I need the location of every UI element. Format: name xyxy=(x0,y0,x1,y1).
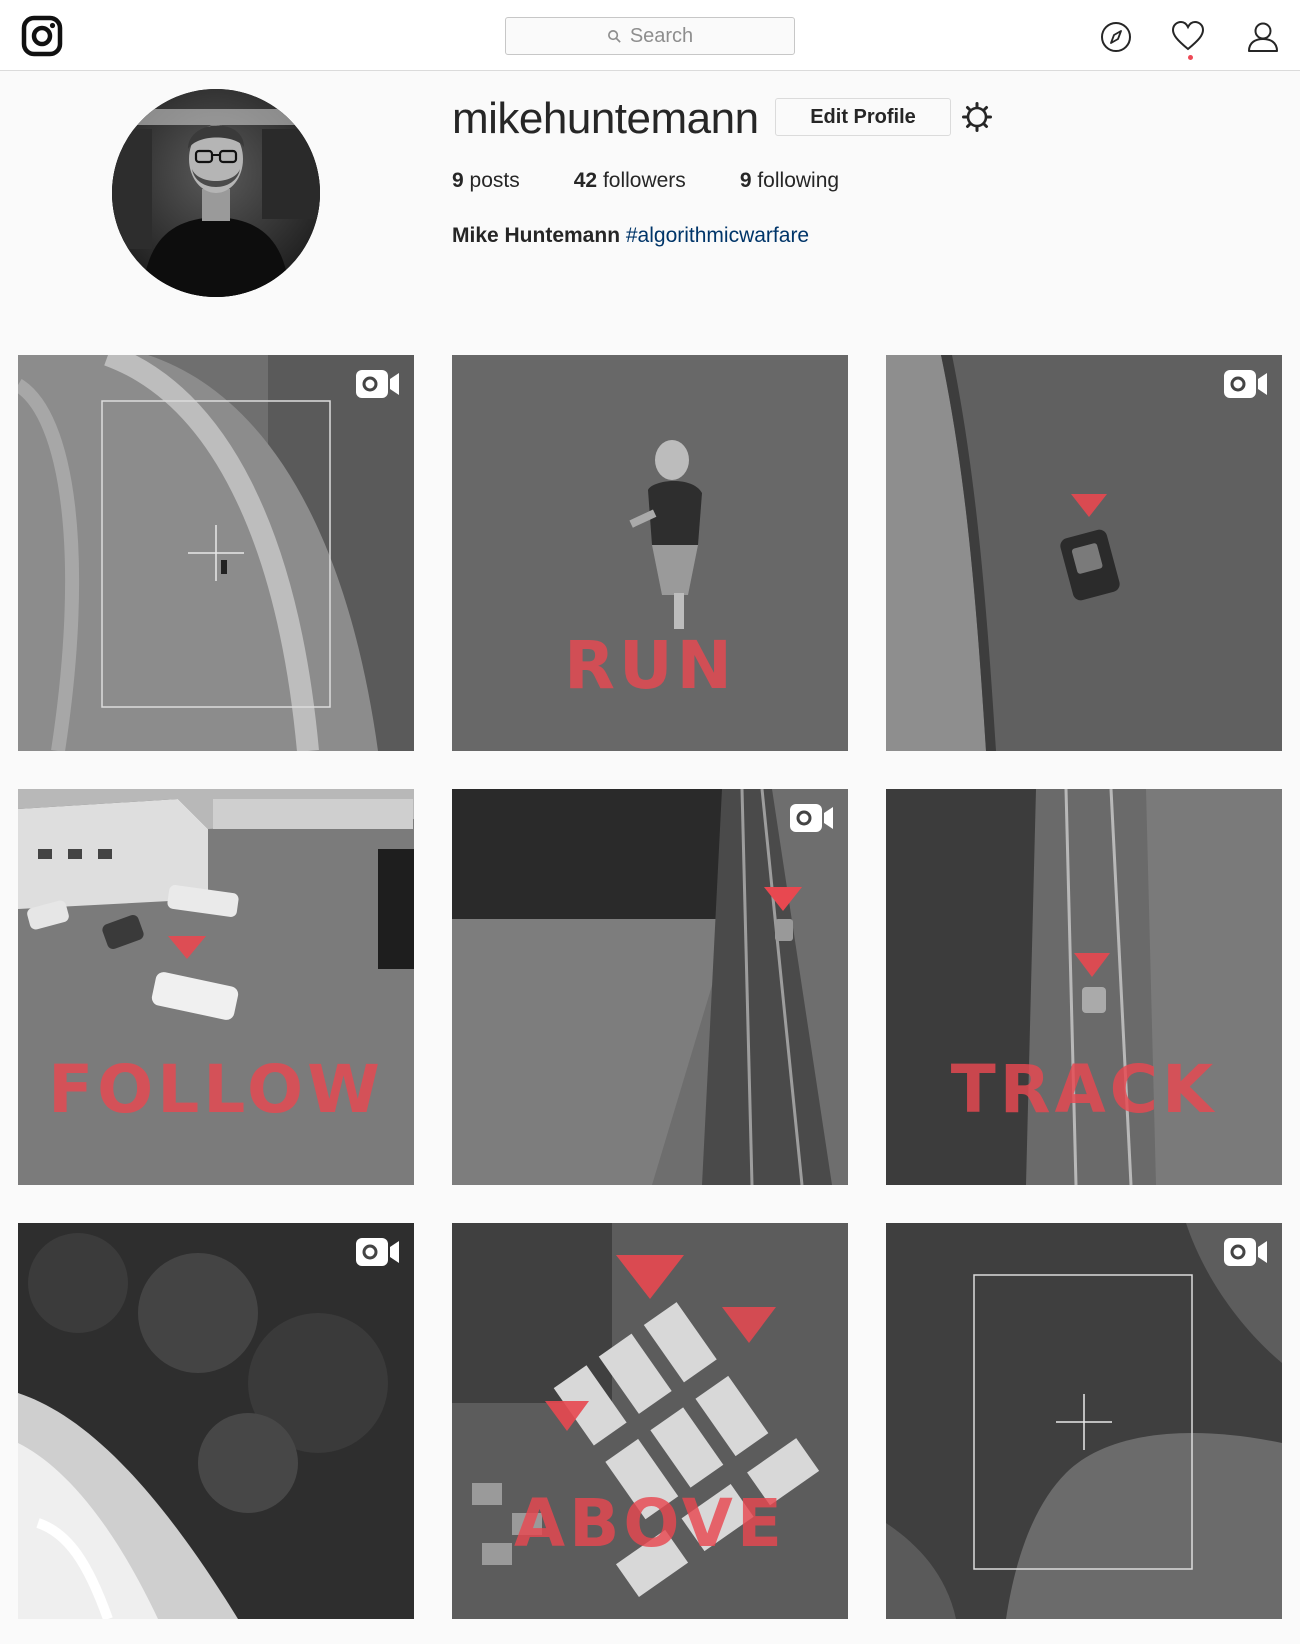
edit-profile-button[interactable]: Edit Profile xyxy=(775,98,951,136)
user-icon[interactable] xyxy=(1246,20,1280,54)
profile-avatar[interactable] xyxy=(112,89,320,297)
top-navigation-bar: Search xyxy=(0,0,1300,71)
search-placeholder: Search xyxy=(629,24,694,47)
post-tile[interactable]: ABOVE xyxy=(452,1223,848,1619)
heart-icon[interactable] xyxy=(1171,20,1205,54)
post-overlay-text: RUN xyxy=(564,627,736,704)
compass-icon[interactable] xyxy=(1099,20,1133,54)
search-input[interactable]: Search xyxy=(505,17,795,55)
post-tile[interactable] xyxy=(886,1223,1282,1619)
post-overlay-text: FOLLOW xyxy=(48,1051,384,1128)
video-camera-icon xyxy=(356,1238,399,1266)
posts-label: posts xyxy=(469,169,520,192)
profile-username: mikehuntemann xyxy=(452,94,759,143)
hashtag-link[interactable]: #algorithmicwarfare xyxy=(626,224,809,247)
posts-grid: RUN FOLLOW TRACK ABOVE xyxy=(18,355,1282,1619)
video-camera-icon xyxy=(1224,1238,1267,1266)
profile-stats: 9 posts 42 followers 9 following xyxy=(452,169,893,193)
post-tile[interactable]: TRACK xyxy=(886,789,1282,1185)
followers-count: 42 xyxy=(573,169,598,192)
post-tile[interactable] xyxy=(18,355,414,751)
settings-gear-icon[interactable] xyxy=(961,101,993,133)
post-tile[interactable] xyxy=(452,789,848,1185)
post-overlay-text: TRACK xyxy=(950,1051,1218,1128)
followers-count-stat[interactable]: 42 followers xyxy=(574,169,686,193)
profile-full-name: Mike Huntemann xyxy=(452,224,621,247)
instagram-logo-icon[interactable] xyxy=(21,15,63,57)
notification-dot xyxy=(1188,55,1193,60)
video-camera-icon xyxy=(356,370,399,398)
post-overlay-text: ABOVE xyxy=(514,1485,786,1562)
post-tile[interactable]: RUN xyxy=(452,355,848,751)
posts-count: 9 xyxy=(452,169,464,192)
posts-count-stat[interactable]: 9 posts xyxy=(452,169,520,193)
following-count: 9 xyxy=(739,169,752,192)
video-camera-icon xyxy=(1224,370,1267,398)
post-tile[interactable] xyxy=(18,1223,414,1619)
profile-bio: Mike Huntemann #algorithmicwarfare xyxy=(452,224,809,248)
search-icon xyxy=(607,29,621,43)
following-label: following xyxy=(757,169,840,192)
following-count-stat[interactable]: 9 following xyxy=(740,169,839,193)
post-tile[interactable] xyxy=(886,355,1282,751)
post-tile[interactable]: FOLLOW xyxy=(18,789,414,1185)
video-camera-icon xyxy=(790,804,833,832)
followers-label: followers xyxy=(602,169,686,192)
